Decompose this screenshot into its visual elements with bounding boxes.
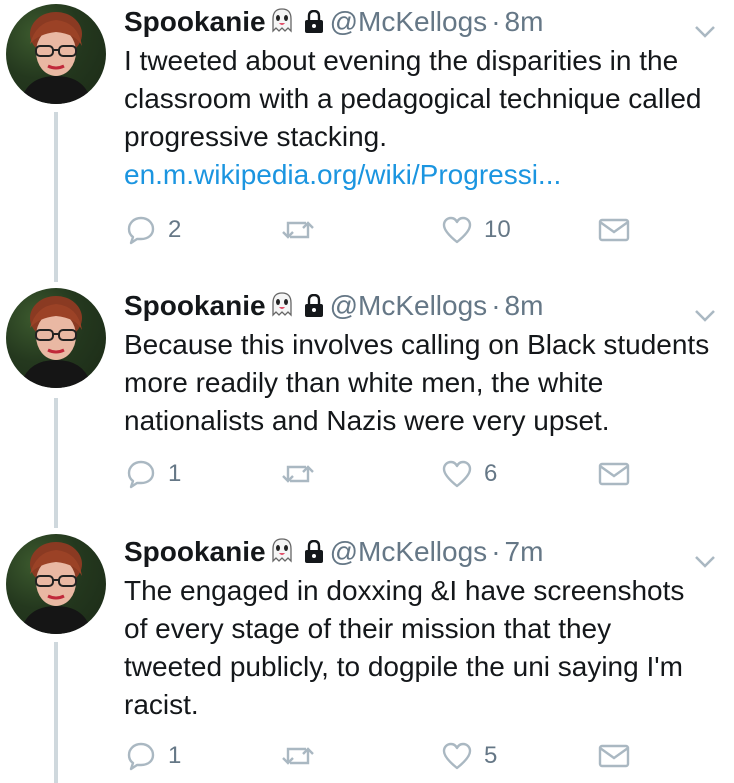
- reply-count: 2: [168, 216, 182, 243]
- retweet-button[interactable]: [280, 212, 328, 248]
- tweet-content: Spookanie @McKellogs · 8m Because this invo…: [124, 286, 734, 440]
- display-name[interactable]: Spookanie: [124, 536, 266, 567]
- display-name[interactable]: Spookanie: [124, 290, 266, 321]
- retweet-icon: [280, 459, 316, 489]
- like-button[interactable]: 6: [442, 456, 497, 492]
- direct-message-button[interactable]: [598, 456, 630, 492]
- tweet-actions: 1 6: [124, 456, 724, 492]
- heart-icon: [442, 216, 472, 244]
- tweet[interactable]: Spookanie @McKellogs · 8m Because this invo…: [0, 284, 734, 524]
- like-button[interactable]: 5: [442, 738, 497, 774]
- tweet-actions: 1 5: [124, 738, 724, 774]
- like-count: 6: [484, 460, 498, 487]
- tweet-text: The engaged in doxxing &I have screensho…: [124, 572, 734, 724]
- tweet-text: Because this involves calling on Black s…: [124, 326, 734, 440]
- lock-icon: [304, 535, 324, 575]
- display-name[interactable]: Spookanie: [124, 6, 266, 37]
- lock-icon: [304, 289, 324, 329]
- chevron-down-icon[interactable]: [694, 540, 716, 580]
- user-handle[interactable]: @McKellogs: [330, 536, 488, 567]
- tweet-header: Spookanie @McKellogs · 7m: [124, 532, 734, 572]
- timestamp[interactable]: 8m: [505, 290, 544, 321]
- chevron-down-icon[interactable]: [694, 294, 716, 334]
- envelope-icon: [598, 743, 630, 769]
- like-count: 5: [484, 742, 498, 769]
- avatar[interactable]: [6, 288, 106, 388]
- like-count: 10: [484, 216, 511, 243]
- reply-button[interactable]: 1: [126, 456, 181, 492]
- timestamp[interactable]: 8m: [505, 6, 544, 37]
- tweet-body: The engaged in doxxing &I have screensho…: [124, 575, 685, 720]
- retweet-icon: [280, 215, 316, 245]
- tweet-body: I tweeted about evening the disparities …: [124, 45, 702, 152]
- envelope-icon: [598, 217, 630, 243]
- retweet-icon: [280, 741, 316, 771]
- direct-message-button[interactable]: [598, 212, 630, 248]
- tweet[interactable]: Spookanie @McKellogs · 7m The engaged in do…: [0, 530, 734, 783]
- separator-dot: ·: [491, 536, 501, 567]
- tweet[interactable]: Spookanie @McKellogs · 8m I tweeted about e…: [0, 0, 734, 270]
- heart-icon: [442, 460, 472, 488]
- reply-button[interactable]: 1: [126, 738, 181, 774]
- separator-dot: ·: [491, 290, 501, 321]
- tweet-content: Spookanie @McKellogs · 7m The engaged in do…: [124, 532, 734, 724]
- retweet-button[interactable]: [280, 738, 328, 774]
- tweet-text: I tweeted about evening the disparities …: [124, 42, 734, 194]
- lock-icon: [304, 5, 324, 45]
- user-handle[interactable]: @McKellogs: [330, 290, 488, 321]
- retweet-button[interactable]: [280, 456, 328, 492]
- tweet-body: Because this involves calling on Black s…: [124, 329, 710, 436]
- tweet-actions: 2 10: [124, 212, 724, 248]
- reply-button[interactable]: 2: [126, 212, 181, 248]
- reply-icon: [126, 215, 156, 245]
- separator-dot: ·: [491, 6, 501, 37]
- tweet-header: Spookanie @McKellogs · 8m: [124, 2, 734, 42]
- timestamp[interactable]: 7m: [505, 536, 544, 567]
- like-button[interactable]: 10: [442, 212, 511, 248]
- reply-icon: [126, 741, 156, 771]
- direct-message-button[interactable]: [598, 738, 630, 774]
- tweet-header: Spookanie @McKellogs · 8m: [124, 286, 734, 326]
- chevron-down-icon[interactable]: [694, 10, 716, 50]
- user-handle[interactable]: @McKellogs: [330, 6, 488, 37]
- ghost-emoji-icon: [268, 290, 296, 330]
- reply-count: 1: [168, 460, 182, 487]
- reply-icon: [126, 459, 156, 489]
- tweet-content: Spookanie @McKellogs · 8m I tweeted about e…: [124, 2, 734, 194]
- ghost-emoji-icon: [268, 6, 296, 46]
- tweet-link[interactable]: en.m.wikipedia.org/wiki/Progressi...: [124, 156, 714, 194]
- avatar[interactable]: [6, 534, 106, 634]
- reply-count: 1: [168, 742, 182, 769]
- ghost-emoji-icon: [268, 536, 296, 576]
- heart-icon: [442, 742, 472, 770]
- envelope-icon: [598, 461, 630, 487]
- avatar[interactable]: [6, 4, 106, 104]
